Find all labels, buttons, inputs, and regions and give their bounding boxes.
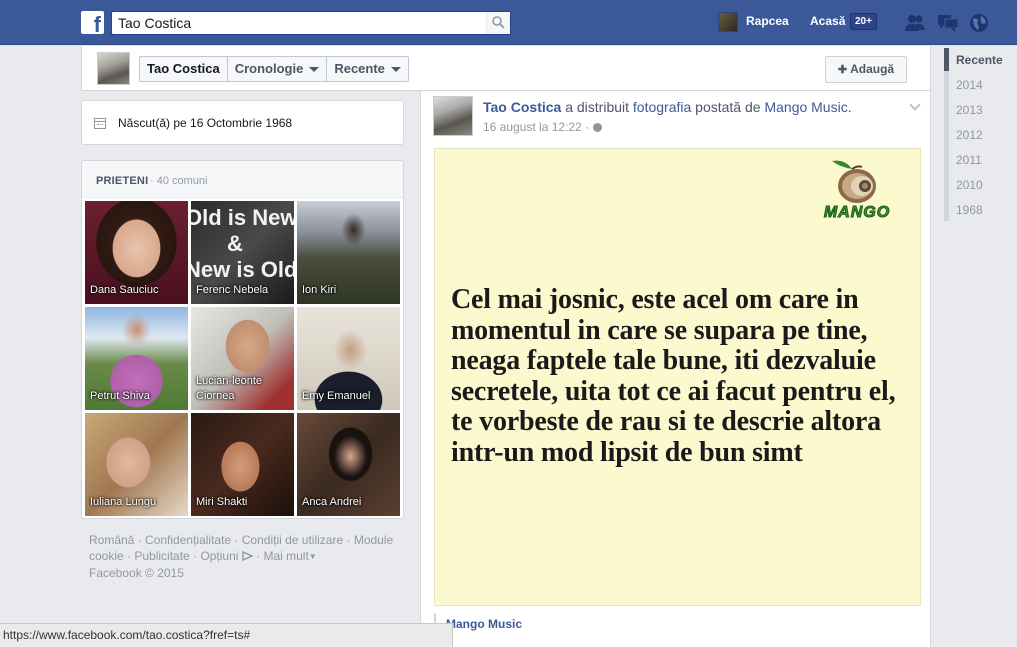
friend-tile[interactable]: Iuliana Lungu [85, 413, 188, 516]
post-meta: 16 august la 12:22 · [483, 120, 603, 134]
timeline-item-recent[interactable]: Recente [956, 53, 1003, 67]
post-photo[interactable]: MANGO Cel mai josnic, este acel om care … [434, 148, 921, 606]
mango-logo-text: MANGO [823, 204, 891, 222]
search-input[interactable] [112, 12, 484, 34]
search-box [111, 11, 511, 35]
post-author-avatar[interactable] [433, 96, 473, 136]
friend-name: Ion Kiri [302, 284, 337, 296]
birthday-card: Născut(ă) pe 16 Octombrie 1968 [81, 100, 404, 145]
friend-requests-icon[interactable] [904, 13, 926, 33]
post-photo-link[interactable]: fotografia [633, 99, 691, 115]
timeline-item-2014[interactable]: 2014 [956, 78, 983, 92]
timeline-item-2011[interactable]: 2011 [956, 153, 982, 167]
timeline-item-2013[interactable]: 2013 [956, 103, 983, 117]
post-header: Tao Costica a distribuit fotografia post… [483, 99, 852, 115]
friend-name: Ferenc Nebela [196, 284, 269, 296]
nav-user-name[interactable]: Rapcea [746, 14, 789, 28]
post-options-chevron-icon[interactable] [909, 99, 921, 111]
post-posted-by-text: postată de [695, 99, 761, 115]
timeline-item-1968[interactable]: 1968 [956, 203, 983, 217]
chevron-down-icon [390, 66, 401, 72]
friend-name: Iuliana Lungu [90, 496, 157, 508]
friend-name: Petrut Shiva [90, 390, 150, 402]
friend-tile[interactable]: Emy Emanuel [297, 307, 400, 410]
friends-header: PRIETENI · 40 comuni [82, 161, 403, 198]
footer-link-advertising[interactable]: Publicitate [134, 549, 189, 563]
recent-dropdown[interactable]: Recente [327, 57, 408, 81]
post-header-period: . [847, 99, 852, 115]
top-navigation-bar: f Rapcea Acasă 20+ [0, 0, 1017, 45]
footer-link-language[interactable]: Română [89, 533, 134, 547]
browser-status-bar: https://www.facebook.com/tao.costica?fre… [0, 623, 453, 647]
friend-name: Lucian-leonte Ciornea [196, 375, 263, 402]
calendar-icon [94, 118, 106, 129]
timeline-nav-track [944, 48, 949, 221]
post-page-link[interactable]: Mango Music [764, 99, 847, 115]
profile-name-label: Tao Costica [147, 61, 220, 76]
page-footer: Română · Confidențialitate · Condiții de… [89, 533, 394, 580]
footer-link-terms[interactable]: Condiții de utilizare [242, 533, 343, 547]
chevron-down-icon: ▼ [308, 552, 317, 561]
footer-link-more[interactable]: Mai mult [263, 549, 308, 563]
friend-tile[interactable]: Petrut Shiva [85, 307, 188, 410]
friend-tile[interactable]: Anca Andrei [297, 413, 400, 516]
friend-name: Emy Emanuel [302, 390, 371, 402]
friend-tile[interactable]: Dana Sauciuc [85, 201, 188, 304]
add-friend-label: Adaugă [850, 62, 895, 76]
timeline-item-2012[interactable]: 2012 [956, 128, 983, 142]
messages-icon[interactable] [937, 13, 959, 33]
add-friend-icon: ✚ [837, 64, 848, 76]
footer-copyright: Facebook © 2015 [89, 566, 184, 580]
privacy-globe-icon[interactable] [593, 123, 603, 132]
friend-tile[interactable]: Miri Shakti [191, 413, 294, 516]
search-icon [492, 16, 505, 29]
post-source-page-link[interactable]: Mango Music [446, 617, 522, 631]
friend-tile[interactable]: Old is New & New is Old Ferenc Nebela [191, 201, 294, 304]
recent-label: Recente [334, 61, 385, 76]
facebook-logo[interactable]: f [81, 11, 104, 34]
footer-link-privacy[interactable]: Confidențialitate [145, 533, 231, 547]
mutual-friends-count[interactable]: · 40 comuni [150, 175, 207, 187]
friend-tile[interactable]: Ion Kiri [297, 201, 400, 304]
post-author-link[interactable]: Tao Costica [483, 99, 561, 115]
birthday-text: Născut(ă) pe 16 Octombrie 1968 [118, 116, 293, 130]
post-timestamp[interactable]: 16 august la 12:22 · [483, 120, 589, 134]
user-avatar[interactable] [718, 12, 738, 32]
ferenc-image-text: Old is New & New is Old [191, 205, 294, 282]
post-action-text: a distribuit [565, 99, 630, 115]
timeline-label: Cronologie [234, 61, 304, 76]
search-button[interactable] [486, 12, 510, 34]
footer-link-options[interactable]: Opțiuni [200, 549, 238, 563]
friend-name: Miri Shakti [196, 496, 248, 508]
mango-logo: MANGO [810, 155, 904, 225]
home-count-badge: 20+ [850, 13, 877, 30]
profile-thumbnail[interactable] [97, 52, 130, 85]
profile-name-button[interactable]: Tao Costica [140, 57, 228, 81]
timeline-item-2010[interactable]: 2010 [956, 178, 983, 192]
adchoices-icon[interactable] [242, 550, 254, 562]
profile-button-group: Tao Costica Cronologie Recente [139, 56, 409, 82]
timeline-year-nav: Recente 2014 2013 2012 2011 2010 1968 [944, 46, 1017, 226]
nav-home[interactable]: Acasă [810, 14, 845, 28]
timeline-dropdown[interactable]: Cronologie [228, 57, 328, 81]
notifications-globe-icon[interactable] [968, 13, 990, 33]
friend-tile[interactable]: Lucian-leonte Ciornea [191, 307, 294, 410]
friends-grid: Dana Sauciuc Old is New & New is Old Fer… [85, 201, 401, 516]
friends-card: PRIETENI · 40 comuni Dana Sauciuc Old is… [81, 160, 404, 519]
post-quote-text: Cel mai josnic, este acel om care in mom… [451, 284, 896, 468]
friend-name: Anca Andrei [302, 496, 362, 508]
mango-logo-graphic [832, 160, 876, 203]
add-friend-button[interactable]: ✚ Adaugă [825, 56, 907, 83]
friends-title[interactable]: PRIETENI [96, 175, 148, 187]
timeline-post: Tao Costica a distribuit fotografia post… [420, 91, 931, 647]
timeline-nav-active-marker [944, 48, 949, 71]
chevron-down-icon [309, 66, 320, 72]
profile-bar: Tao Costica Cronologie Recente ✚ Adaugă [81, 46, 931, 91]
friend-name: Dana Sauciuc [90, 284, 159, 296]
